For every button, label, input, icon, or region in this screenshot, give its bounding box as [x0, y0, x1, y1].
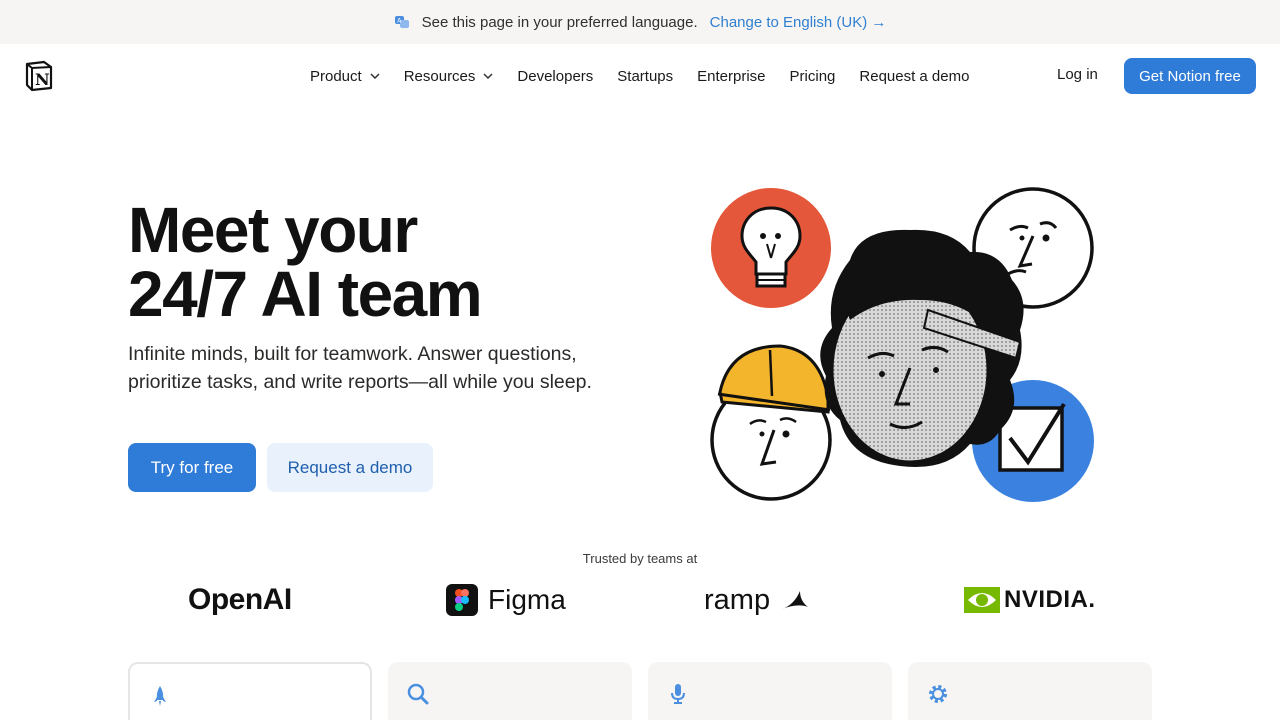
ramp-logo: ramp — [704, 578, 810, 622]
hero-title-line-1: Meet your — [128, 194, 418, 266]
translate-icon: A — [394, 16, 409, 28]
builder-face-icon — [710, 344, 832, 501]
nvidia-logo: NVIDIA. — [964, 578, 1096, 622]
search-icon — [407, 683, 429, 705]
nav-item-resources[interactable]: Resources — [404, 68, 494, 85]
nav-item-startups[interactable]: Startups — [617, 68, 673, 85]
main-character-icon — [820, 229, 1024, 468]
figma-icon — [446, 584, 478, 616]
nav-item-developers[interactable]: Developers — [517, 68, 593, 85]
ramp-wordmark: ramp — [704, 583, 771, 616]
hero-title-line-2: 24/7 AI team — [128, 258, 483, 330]
chevron-down-icon — [483, 73, 493, 79]
nav-links: Product Resources Developers Startups En… — [310, 44, 993, 108]
notion-logo[interactable]: N — [24, 60, 54, 91]
login-link[interactable]: Log in — [1057, 66, 1098, 83]
hero-title: Meet your 24/7 AI team — [128, 194, 483, 330]
lightbulb-icon — [711, 188, 831, 308]
openai-logo: OpenAI — [188, 583, 292, 616]
figma-logo: Figma — [446, 578, 566, 622]
figma-wordmark: Figma — [488, 584, 566, 615]
customer-logos: OpenAI Figma ramp NVIDIA. — [128, 578, 1152, 622]
nav-item-product[interactable]: Product — [310, 68, 380, 85]
ramp-swoosh-icon — [782, 591, 809, 609]
hero-illustration — [710, 187, 1094, 502]
trusted-by-label: Trusted by teams at — [582, 551, 698, 566]
nav-item-pricing[interactable]: Pricing — [790, 68, 836, 85]
feature-card-automation[interactable] — [908, 662, 1152, 720]
try-for-free-button[interactable]: Try for free — [128, 443, 256, 492]
feature-card-meeting-notes[interactable] — [648, 662, 892, 720]
get-notion-free-button[interactable]: Get Notion free — [1124, 58, 1256, 94]
nvidia-eye-icon — [964, 587, 1000, 613]
chevron-down-icon — [370, 73, 380, 79]
nav-item-request-demo[interactable]: Request a demo — [859, 68, 969, 85]
rocket-icon — [154, 686, 166, 706]
nav-item-label: Resources — [403, 67, 476, 85]
nav-item-enterprise[interactable]: Enterprise — [697, 68, 765, 85]
microphone-icon — [671, 684, 685, 704]
request-demo-button[interactable]: Request a demo — [267, 443, 433, 492]
language-banner: A See this page in your preferred langua… — [0, 0, 1280, 44]
feature-card-agents[interactable] — [128, 662, 372, 720]
banner-text: See this page in your preferred language… — [421, 13, 698, 31]
nvidia-wordmark: NVIDIA. — [1004, 586, 1096, 613]
hero-subtitle: Infinite minds, built for teamwork. Answ… — [128, 343, 592, 393]
change-language-link[interactable]: Change to English (UK) → — [710, 14, 887, 31]
nav-item-label: Product — [310, 67, 362, 85]
top-nav: N Product Resources Developers Startups … — [0, 44, 1280, 108]
feature-card-search[interactable] — [388, 662, 632, 720]
gear-icon — [929, 685, 947, 703]
svg-text:N: N — [35, 70, 50, 89]
